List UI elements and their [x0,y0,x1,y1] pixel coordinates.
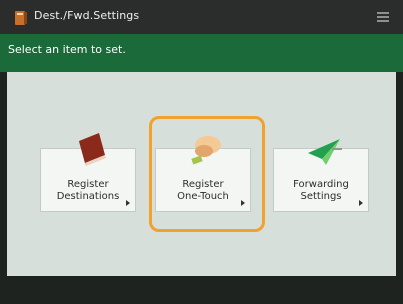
forwarding-settings-button[interactable]: Forwarding Settings [273,139,369,212]
address-book-icon [79,133,106,166]
page-title: Dest./Fwd.Settings [34,9,140,22]
selection-highlight [149,116,265,232]
title-bar: Dest./Fwd.Settings [0,0,403,34]
instruction-bar: Select an item to set. [0,34,403,72]
register-destinations-button[interactable]: Register Destinations [40,133,136,212]
more-arrow-icon [126,200,130,206]
instruction-text: Select an item to set. [8,43,126,56]
bottom-bar [0,276,403,304]
register-destinations-label: Register Destinations [56,179,120,202]
forwarding-settings-label: Forwarding Settings [293,179,349,202]
more-arrow-icon [359,200,363,206]
app-icon [15,11,27,25]
screen-frame: Dest./Fwd.Settings Select an item to set… [0,0,403,304]
paper-plane-icon [308,139,342,165]
menu-icon[interactable] [377,12,389,22]
